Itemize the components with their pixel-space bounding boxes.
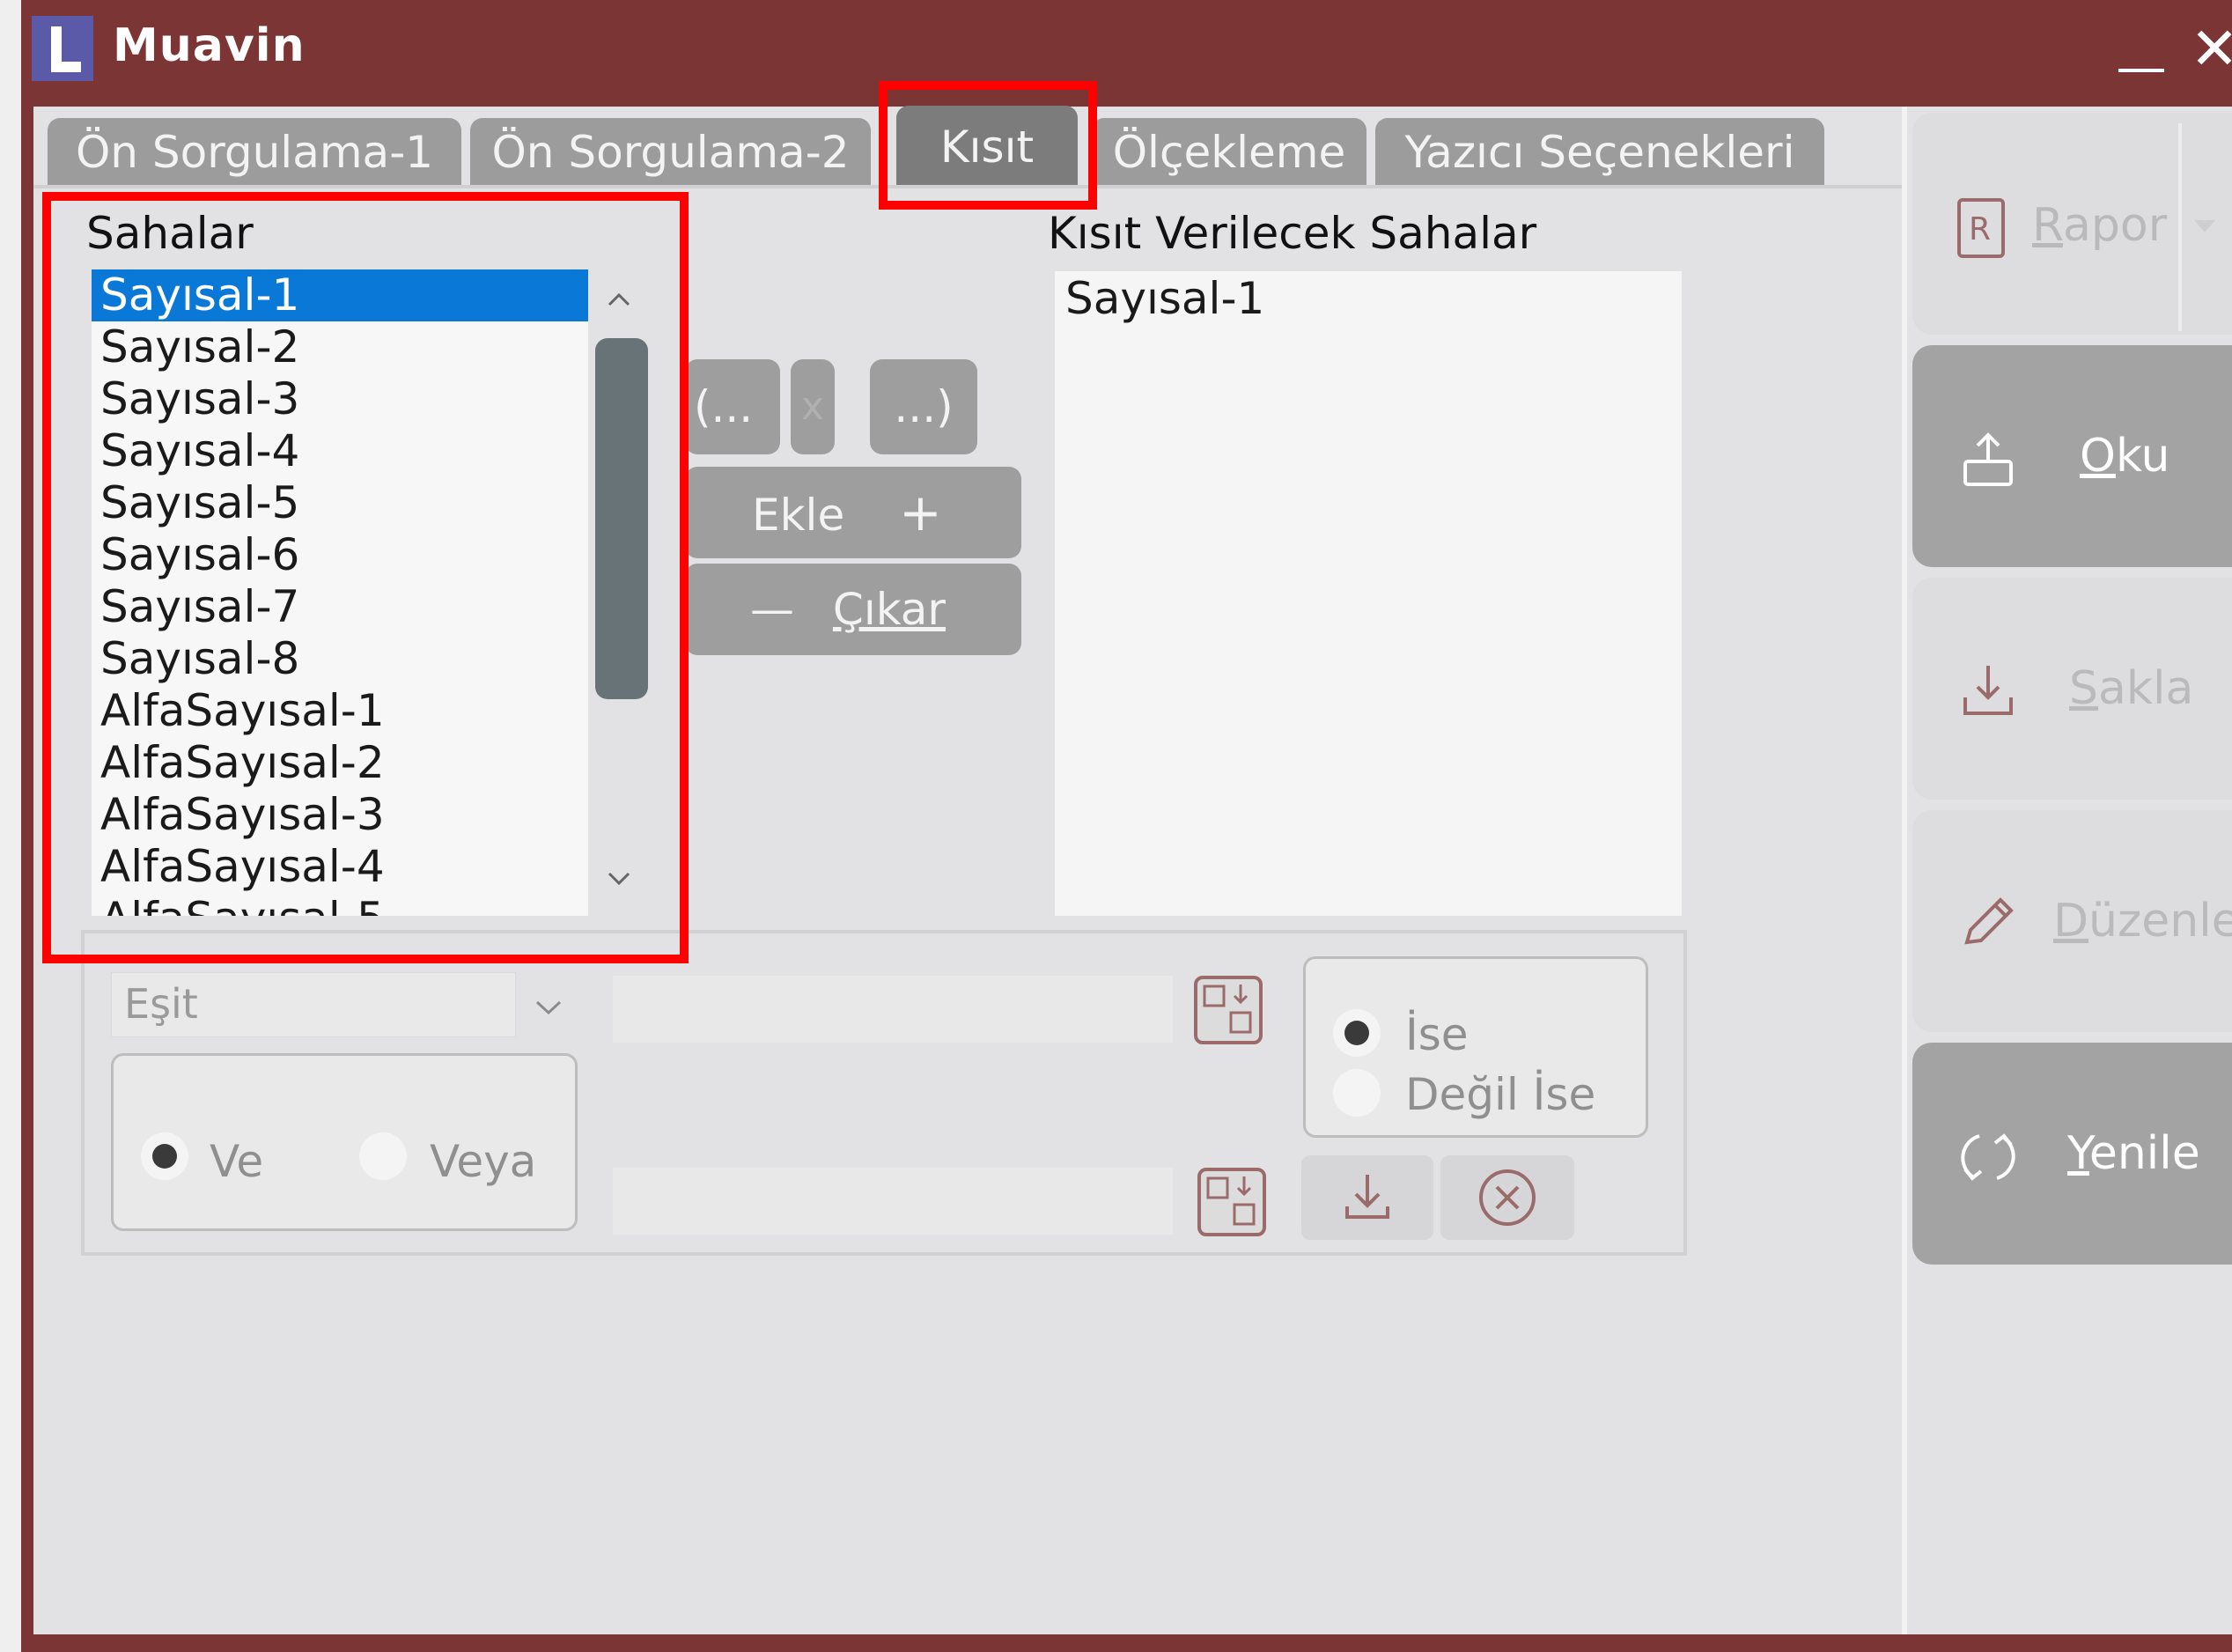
add-button[interactable]: Ekle + xyxy=(685,467,1021,558)
pick-value-icon[interactable] xyxy=(1197,1168,1266,1236)
value-field-2[interactable] xyxy=(613,1168,1173,1235)
add-button-label: Ekle xyxy=(752,490,845,541)
report-button-label: Rapor xyxy=(2032,199,2168,252)
save-button[interactable]: Sakla xyxy=(1912,578,2232,800)
is-not-radio[interactable] xyxy=(1333,1069,1381,1117)
value-field-1[interactable] xyxy=(613,976,1173,1043)
clear-criteria-button[interactable] xyxy=(1440,1155,1574,1240)
app-logo-icon xyxy=(32,16,93,81)
highlight-box-list xyxy=(42,192,689,963)
report-split-divider xyxy=(2178,123,2182,331)
svg-text:R: R xyxy=(1969,211,1991,247)
is-radio[interactable] xyxy=(1333,1009,1381,1057)
remove-button-label: Çıkar xyxy=(832,584,946,635)
window-title: Muavin xyxy=(113,19,306,72)
list-item[interactable]: Sayısal-1 xyxy=(1065,273,1264,324)
plus-icon: + xyxy=(899,483,942,542)
refresh-button[interactable]: Yenile xyxy=(1912,1043,2232,1265)
refresh-button-label: Yenile xyxy=(2067,1127,2200,1180)
read-button[interactable]: Oku xyxy=(1912,345,2232,567)
highlight-box-tab xyxy=(879,81,1097,210)
edit-button[interactable]: Düzenle xyxy=(1912,810,2232,1032)
constraint-fields-label: Kısıt Verilecek Sahalar xyxy=(1048,208,1537,259)
read-button-label: Oku xyxy=(2080,430,2170,483)
tab-yazici-secenekleri[interactable]: Yazıcı Seçenekleri xyxy=(1375,118,1824,185)
or-radio-label: Veya xyxy=(430,1136,537,1187)
save-button-label: Sakla xyxy=(2069,662,2194,715)
minimize-icon[interactable] xyxy=(2115,35,2168,79)
report-dropdown-icon[interactable] xyxy=(2187,213,2222,240)
paren-x-button[interactable]: x xyxy=(791,359,835,454)
remove-button[interactable]: — Çıkar xyxy=(685,564,1021,655)
is-not-radio-label: Değil İse xyxy=(1405,1069,1596,1120)
tab-olcekleme[interactable]: Ölçekleme xyxy=(1092,118,1366,185)
operator-select[interactable]: Eşit xyxy=(111,972,516,1037)
tab-on-sorgulama-2[interactable]: Ön Sorgulama-2 xyxy=(470,118,871,185)
or-radio[interactable] xyxy=(359,1132,407,1180)
report-button[interactable]: R Rapor xyxy=(1912,113,2232,335)
pick-value-icon[interactable] xyxy=(1194,976,1263,1044)
and-radio-label: Ve xyxy=(210,1136,264,1187)
open-paren-button[interactable]: (... xyxy=(685,359,780,454)
sidebar-divider xyxy=(1902,107,1907,1634)
window-bottom-border xyxy=(21,1634,2232,1652)
title-bar[interactable] xyxy=(21,0,2232,107)
constraint-fields-listbox[interactable] xyxy=(1055,271,1682,916)
edit-button-label: Düzenle xyxy=(2053,895,2232,948)
save-criteria-button[interactable] xyxy=(1301,1155,1433,1240)
close-paren-button[interactable]: ...) xyxy=(870,359,977,454)
tab-on-sorgulama-1[interactable]: Ön Sorgulama-1 xyxy=(48,118,461,185)
close-icon[interactable]: ✕ xyxy=(2188,20,2232,78)
chevron-down-icon[interactable] xyxy=(527,985,571,1029)
is-radio-label: İse xyxy=(1405,1009,1469,1060)
and-radio[interactable] xyxy=(141,1132,188,1180)
minus-icon: — xyxy=(750,584,794,635)
